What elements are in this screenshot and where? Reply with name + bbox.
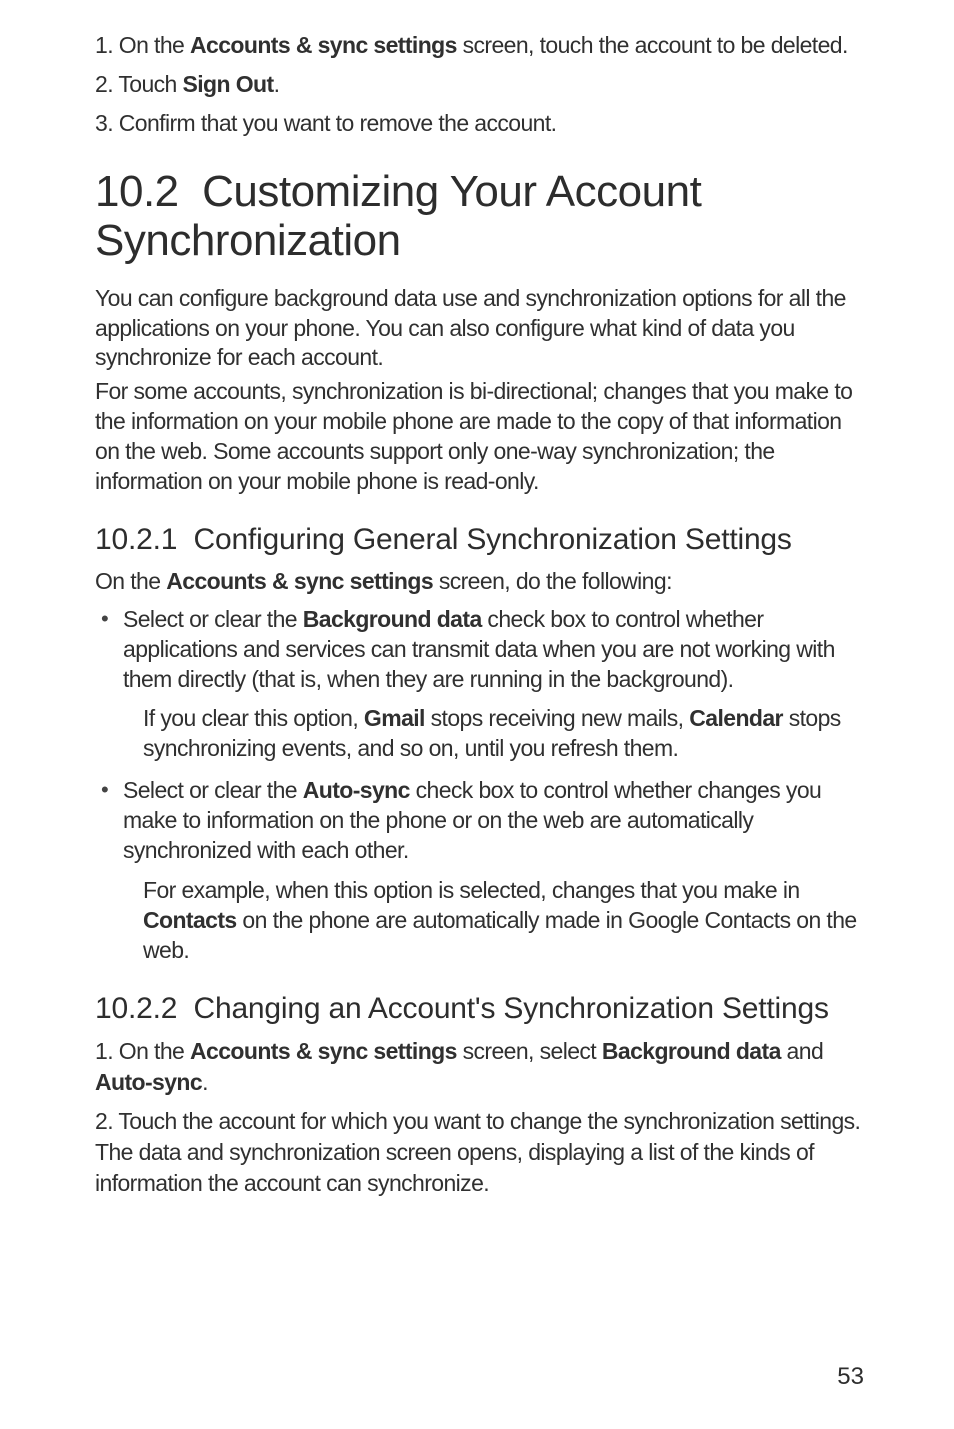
bullet-list: Select or clear the Background data chec…	[95, 605, 869, 695]
document-page: 1. On the Accounts & sync settings scree…	[0, 0, 954, 1429]
step-number: 3.	[95, 110, 113, 136]
sub-pre: For example, when this option is selecte…	[143, 877, 800, 903]
subsection-number: 10.2.1	[95, 523, 177, 556]
bullet-item-1: Select or clear the Background data chec…	[95, 605, 869, 695]
step-text-bold: Accounts & sync settings	[190, 32, 457, 58]
sub2-step-2: 2. Touch the account for which you want …	[95, 1106, 869, 1199]
step-text-post: screen, touch the account to be deleted.	[457, 32, 848, 58]
intro-steps: 1. On the Accounts & sync settings scree…	[95, 30, 869, 139]
step-text-pre: Confirm that you want to remove the acco…	[119, 110, 557, 136]
section-title-text: Customizing Your Account Synchronization	[95, 167, 701, 265]
subsection-number: 10.2.2	[95, 992, 177, 1025]
bullet-bold: Auto-sync	[303, 777, 410, 803]
step-2: 2. Touch Sign Out.	[95, 69, 869, 100]
step-text-pre: On the	[119, 32, 190, 58]
bullet-list-2: Select or clear the Auto-sync check box …	[95, 776, 869, 866]
lead-bold: Accounts & sync settings	[166, 568, 433, 594]
p3: Background data	[602, 1038, 781, 1064]
page-number: 53	[837, 1363, 864, 1391]
p0: On the	[119, 1038, 190, 1064]
paragraph-1: You can configure background data use an…	[95, 284, 869, 374]
sub-b1: Contacts	[143, 907, 237, 933]
step-text-bold: Sign Out	[183, 71, 274, 97]
paragraph-2: For some accounts, synchronization is bi…	[95, 377, 869, 497]
sub-pre: If you clear this option,	[143, 705, 364, 731]
lead-pre: On the	[95, 568, 166, 594]
sub-post: on the phone are automatically made in G…	[143, 907, 857, 963]
subsection-1-heading: 10.2.1 Configuring General Synchronizati…	[95, 523, 869, 557]
bullet-pre: Select or clear the	[123, 777, 303, 803]
step-number: 2.	[95, 1108, 113, 1134]
step-1: 1. On the Accounts & sync settings scree…	[95, 30, 869, 61]
p0: Touch the account for which you want to …	[95, 1108, 860, 1196]
section-heading: 10.2 Customizing Your Account Synchroniz…	[95, 167, 869, 266]
subsection-title: Changing an Account's Synchronization Se…	[194, 992, 829, 1025]
step-number: 1.	[95, 32, 113, 58]
sub-b1: Gmail	[364, 705, 425, 731]
p5: Auto-sync	[95, 1069, 202, 1095]
sub2-step-1: 1. On the Accounts & sync settings scree…	[95, 1036, 869, 1098]
lead-post: screen, do the following:	[433, 568, 672, 594]
step-number: 1.	[95, 1038, 113, 1064]
bullet-2-subpara: For example, when this option is selecte…	[95, 876, 869, 966]
bullet-item-2: Select or clear the Auto-sync check box …	[95, 776, 869, 866]
section-number: 10.2	[95, 167, 179, 216]
step-number: 2.	[95, 71, 113, 97]
sub-mid: stops receiving new mails,	[425, 705, 689, 731]
subsection-title: Configuring General Synchronization Sett…	[194, 523, 792, 556]
step-3: 3. Confirm that you want to remove the a…	[95, 108, 869, 139]
bullet-bold: Background data	[303, 606, 482, 632]
subsection-2-heading: 10.2.2 Changing an Account's Synchroniza…	[95, 992, 869, 1026]
p1: Accounts & sync settings	[190, 1038, 457, 1064]
sub-b2: Calendar	[689, 705, 783, 731]
step-text-pre: Touch	[118, 71, 182, 97]
p6: .	[202, 1069, 208, 1095]
p2: screen, select	[457, 1038, 602, 1064]
bullet-pre: Select or clear the	[123, 606, 303, 632]
p4: and	[781, 1038, 823, 1064]
bullet-1-subpara: If you clear this option, Gmail stops re…	[95, 704, 869, 764]
step-text-post: .	[274, 71, 280, 97]
subsection-1-lead: On the Accounts & sync settings screen, …	[95, 567, 869, 597]
